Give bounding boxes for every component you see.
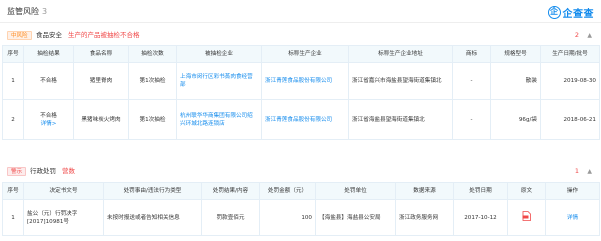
food-safety-table: 序号 抽检结果 食品名称 抽检次数 被抽检企业 标称生产企业 标称生产企业地址 … (2, 45, 600, 140)
brand-text: 企查查 (562, 8, 594, 20)
table-header-row: 序号 决定书文号 处罚事由/违法行为类型 处罚结果/内容 处罚金额（元） 处罚单… (2, 182, 600, 200)
brand-icon: 企 (547, 5, 561, 19)
producer-company-link[interactable]: 浙江青莲食品股份有限公司 (261, 99, 349, 140)
column-header: 抽检结果 (23, 45, 74, 63)
decision-document-number: 盐公（元）行罚决字[2017]10981号 (23, 199, 104, 236)
section-subtitle: 营数 (62, 167, 75, 175)
penalty-table: 序号 决定书文号 处罚事由/违法行为类型 处罚结果/内容 处罚金额（元） 处罚单… (2, 182, 600, 236)
column-header: 被抽检企业 (176, 45, 262, 63)
row-number: 1 (2, 62, 24, 100)
column-header: 序号 (2, 182, 24, 200)
penalty-date: 2017-10-12 (453, 199, 508, 236)
column-header: 处罚事由/违法行为类型 (103, 182, 202, 200)
panel-title: 监管风险 3 (7, 6, 47, 17)
result-detail-link[interactable]: 详情> (27, 120, 70, 128)
penalty-result: 罚款壹佰元 (201, 199, 260, 236)
chevron-up-icon[interactable]: ▲ (587, 31, 592, 40)
column-header: 商标 (452, 45, 491, 63)
section-title: 行政处罚 营数 (30, 167, 75, 176)
column-header: 标称生产企业 (261, 45, 349, 63)
section-title-text: 行政处罚 (30, 167, 56, 175)
spec-model: 散装 (490, 62, 541, 100)
brand-logo: 企 企查查 (547, 4, 595, 20)
table-row: 2 不合格 详情> 黑猪味炭火烤肉 第1次抽检 杭州联华华商集团有限公司绍兴环城… (2, 99, 600, 140)
column-header: 标称生产企业地址 (348, 45, 453, 63)
detail-link[interactable]: 详情 (545, 199, 600, 236)
inspection-times: 第1次抽检 (128, 62, 177, 100)
column-header: 操作 (545, 182, 600, 200)
producer-company-link[interactable]: 浙江青莲食品股份有限公司 (261, 62, 349, 100)
column-header: 原文 (507, 182, 546, 200)
section-count: 1 (574, 167, 579, 175)
production-date: 2019-08-30 (540, 62, 600, 100)
column-header: 处罚单位 (315, 182, 396, 200)
section-subtitle: 生产的产品被抽检不合格 (68, 31, 140, 39)
penalty-section-header[interactable]: 警示 行政处罚 营数 1 ▲ (0, 163, 601, 179)
column-header: 生产日期/批号 (540, 45, 600, 63)
production-date: 2018-06-21 (540, 99, 600, 140)
section-title: 食品安全 生产的产品被抽检不合格 (36, 31, 140, 40)
food-name: 猪里脊肉 (73, 62, 129, 100)
column-header: 处罚金额（元） (259, 182, 316, 200)
pdf-document-icon[interactable] (522, 211, 531, 221)
spec-model: 96g/袋 (490, 99, 541, 140)
penalty-reason: 未按时报送或者告知相关信息 (103, 199, 202, 236)
panel-header: 监管风险 3 企 企查查 (0, 0, 601, 23)
table-row: 1 盐公（元）行罚决字[2017]10981号 未按时报送或者告知相关信息 罚款… (2, 199, 600, 236)
inspected-company-link[interactable]: 杭州联华华商集团有限公司绍兴环城北路连锁店 (176, 99, 262, 140)
chevron-up-icon[interactable]: ▲ (587, 167, 592, 176)
section-title-text: 食品安全 (36, 31, 62, 39)
section-count: 2 (574, 31, 579, 39)
penalty-amount: 100 (259, 199, 316, 236)
risk-level-badge: 中风险 (7, 31, 32, 40)
penalty-unit: 【海盐县】海盐县公安局 (315, 199, 396, 236)
table-row: 1 不合格 猪里脊肉 第1次抽检 上海市闵行区彩书蒸肉食经营部 浙江青莲食品股份… (2, 62, 600, 100)
food-name: 黑猪味炭火烤肉 (73, 99, 129, 140)
original-document-cell (507, 199, 546, 236)
row-number: 1 (2, 199, 24, 236)
producer-address: 浙江省海盐县望海街道集镇北 (348, 99, 453, 140)
inspection-result: 不合格 (40, 112, 57, 119)
column-header: 抽检次数 (128, 45, 177, 63)
column-header: 决定书文号 (23, 182, 104, 200)
panel-title-count: 3 (42, 7, 48, 16)
inspection-result-cell: 不合格 详情> (23, 99, 74, 140)
column-header: 处罚日期 (453, 182, 508, 200)
column-header: 数据来源 (395, 182, 454, 200)
column-header: 处罚结果/内容 (201, 182, 260, 200)
food-safety-section-header[interactable]: 中风险 食品安全 生产的产品被抽检不合格 2 ▲ (0, 27, 601, 43)
panel-title-text: 监管风险 (7, 7, 39, 16)
row-number: 2 (2, 99, 24, 140)
column-header: 食品名称 (73, 45, 129, 63)
data-source: 浙江政务服务网 (395, 199, 454, 236)
inspection-times: 第1次抽检 (128, 99, 177, 140)
brand-mark: - (452, 62, 491, 100)
table-header-row: 序号 抽检结果 食品名称 抽检次数 被抽检企业 标称生产企业 标称生产企业地址 … (2, 45, 600, 63)
brand-mark: - (452, 99, 491, 140)
inspected-company-link[interactable]: 上海市闵行区彩书蒸肉食经营部 (176, 62, 262, 100)
producer-address: 浙江省嘉兴市海盐县望海街道集镇北 (348, 62, 453, 100)
warning-badge: 警示 (7, 167, 27, 176)
column-header: 规格型号 (490, 45, 541, 63)
column-header: 序号 (2, 45, 24, 63)
inspection-result: 不合格 (23, 62, 74, 100)
